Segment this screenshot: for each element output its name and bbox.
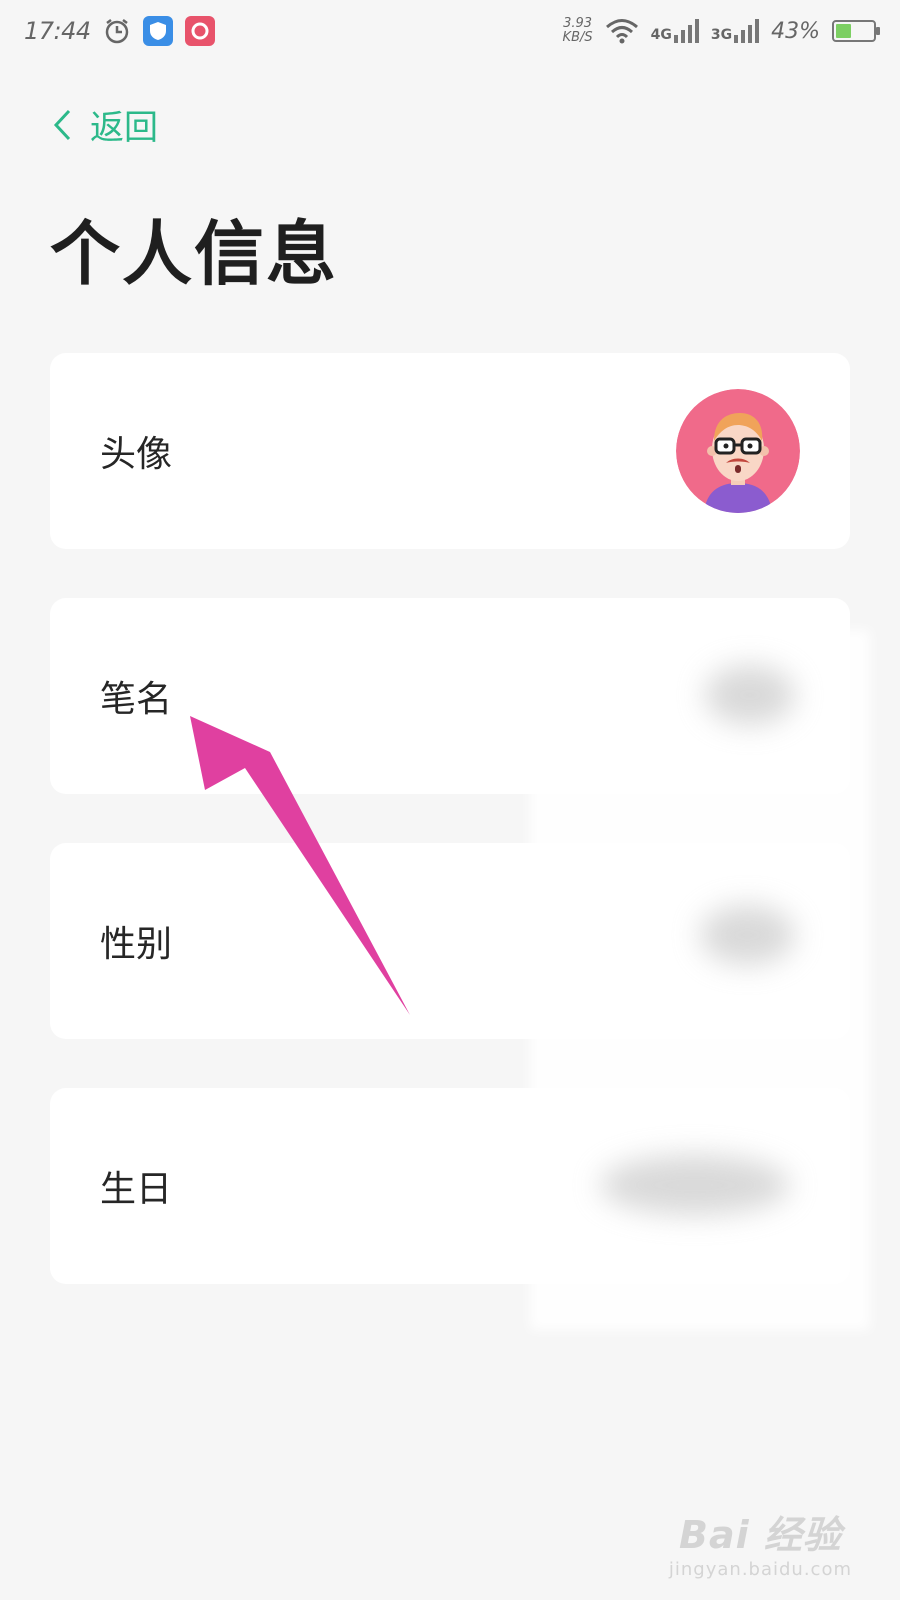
watermark-url: jingyan.baidu.com [668, 1559, 852, 1580]
watermark-brand: Bai 经验 [679, 1513, 842, 1557]
annotation-arrow-icon [190, 716, 410, 1015]
watermark: Bai 经验 jingyan.baidu.com [669, 1504, 852, 1580]
